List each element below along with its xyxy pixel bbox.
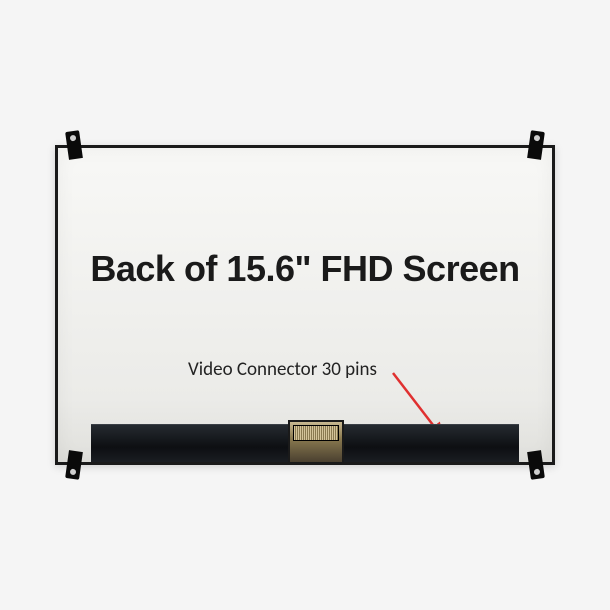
connector-label: Video Connector 30 pins [188,358,377,381]
screen-panel: Back of 15.6" FHD Screen Video Connector… [55,145,555,465]
video-connector [288,420,344,462]
screen-back-diagram: Back of 15.6" FHD Screen Video Connector… [35,125,575,485]
mounting-bracket-top-left [65,130,83,160]
mounting-bracket-bottom-left [65,450,83,480]
headline-text: Back of 15.6" FHD Screen [58,248,552,290]
